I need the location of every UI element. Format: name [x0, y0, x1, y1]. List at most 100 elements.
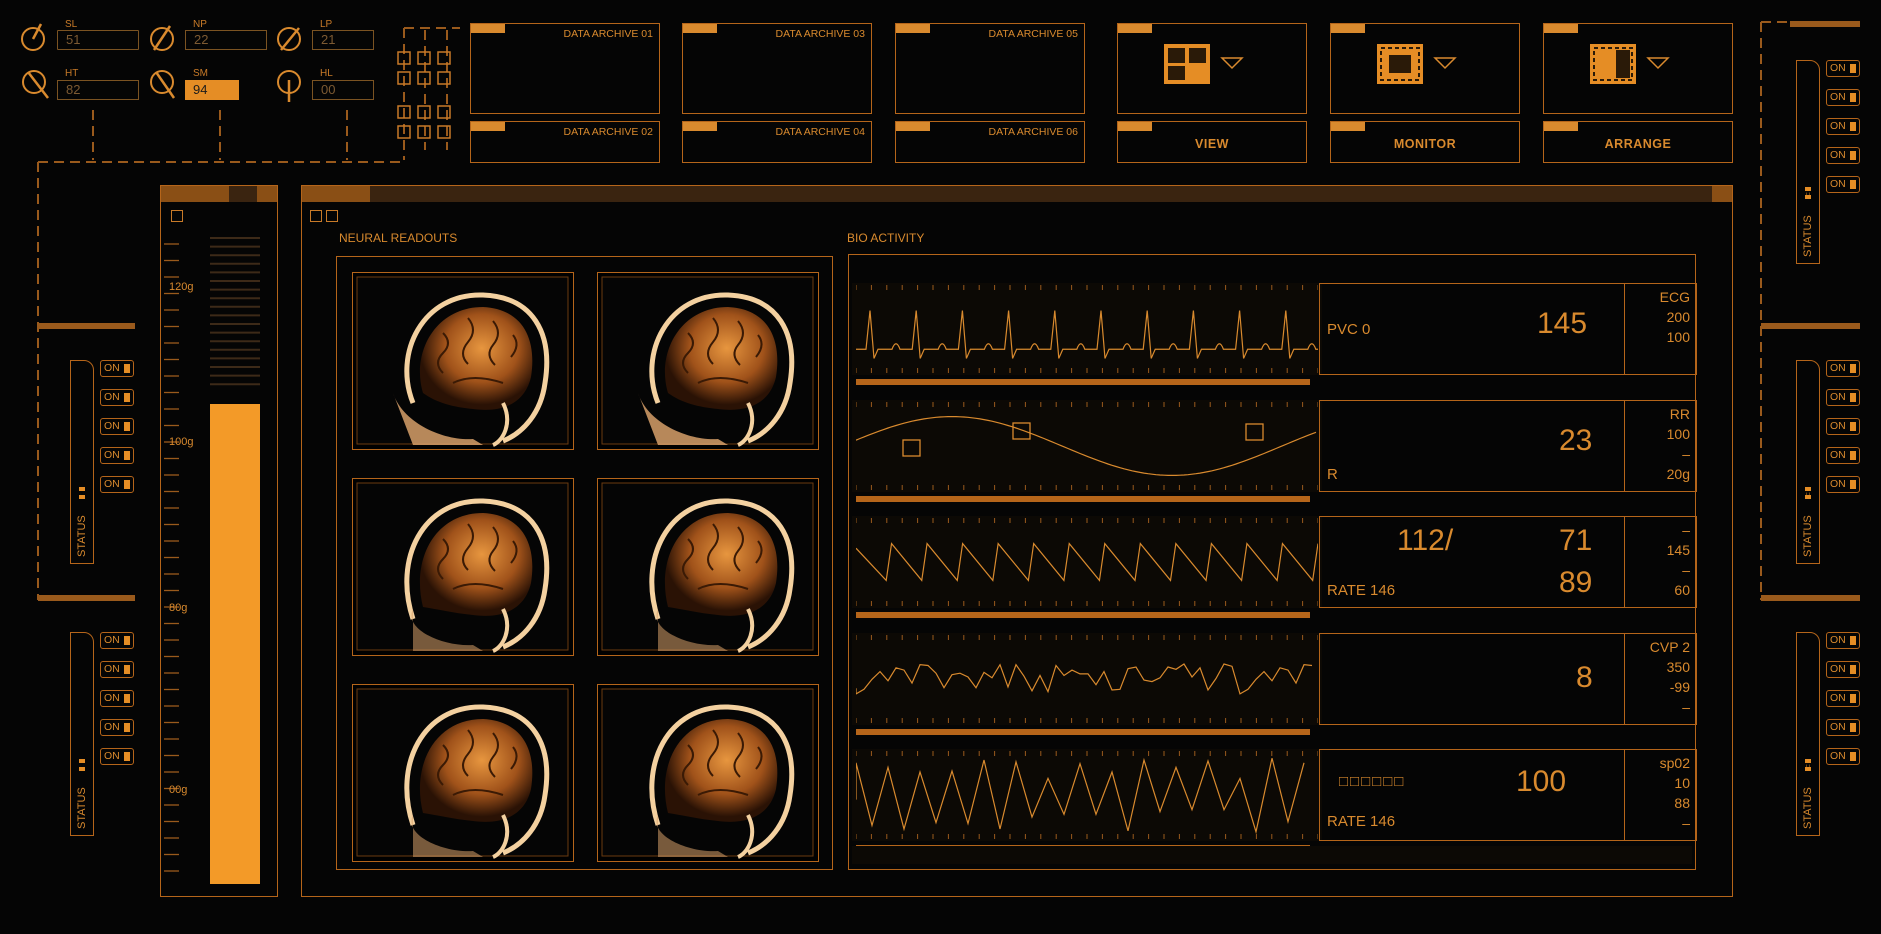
vital-scale: RR 100 – 20g [1624, 404, 1690, 484]
on-switch[interactable]: ON [100, 476, 134, 493]
archive-title: DATA ARCHIVE 04 [775, 126, 865, 138]
scale-value: 145 [1666, 542, 1690, 558]
switch-label: ON [1830, 120, 1846, 132]
status-panel: STATUS [70, 632, 94, 836]
on-switch[interactable]: ON [1826, 147, 1860, 164]
grid-squares-icon [397, 51, 451, 139]
scale-value: 10 [1674, 775, 1690, 791]
on-switch[interactable]: ON [1826, 719, 1860, 736]
switch-label: ON [104, 362, 120, 374]
arrange-button[interactable]: ARRANGE [1543, 121, 1733, 163]
view-button[interactable]: VIEW [1117, 121, 1307, 163]
archive-03[interactable]: DATA ARCHIVE 03 [682, 23, 872, 114]
waveform [856, 751, 1318, 839]
grip-icon [1805, 759, 1811, 771]
switch-label: ON [104, 391, 120, 403]
on-switch[interactable]: ON [1826, 632, 1860, 649]
vital-row: RATE 146 112/71 89 – 145 – 60 [849, 516, 1697, 633]
switch-label: ON [104, 750, 120, 762]
arrange-preview[interactable] [1543, 23, 1733, 114]
on-switch[interactable]: ON [100, 418, 134, 435]
archive-02[interactable]: DATA ARCHIVE 02 [470, 121, 660, 163]
vital-value-mean: 89 [1559, 566, 1593, 599]
on-switch[interactable]: ON [1826, 360, 1860, 377]
vital-label: PVC 0 [1327, 321, 1371, 338]
view-preview[interactable] [1117, 23, 1307, 114]
on-switch[interactable]: ON [100, 690, 134, 707]
switch-label: ON [1830, 420, 1846, 432]
brain-scan-image[interactable] [352, 272, 574, 450]
on-switch[interactable]: ON [1826, 447, 1860, 464]
on-switch[interactable]: ON [1826, 476, 1860, 493]
grid-selector[interactable] [396, 50, 456, 160]
archive-04[interactable]: DATA ARCHIVE 04 [682, 121, 872, 163]
on-switch[interactable]: ON [1826, 661, 1860, 678]
neural-panel-title: NEURAL READOUTS [339, 231, 458, 245]
brain-scan-image[interactable] [352, 478, 574, 656]
status-label: STATUS [76, 787, 88, 829]
archive-05[interactable]: DATA ARCHIVE 05 [895, 23, 1085, 114]
neural-readouts-panel [336, 256, 833, 870]
switch-label: ON [1830, 634, 1846, 646]
scale-value: – [1682, 445, 1690, 462]
switch-indicator [124, 364, 130, 373]
vital-label: RATE 146 [1327, 582, 1396, 599]
archive-06[interactable]: DATA ARCHIVE 06 [895, 121, 1085, 163]
brain-scan-image[interactable] [352, 684, 574, 862]
switch-indicator [1850, 64, 1856, 73]
on-switch[interactable]: ON [1826, 748, 1860, 765]
switch-indicator [1850, 723, 1856, 732]
gauge-tick-label: 100g [169, 436, 194, 448]
on-switch[interactable]: ON [100, 748, 134, 765]
scale-value: CVP 2 [1649, 638, 1690, 655]
on-switch[interactable]: ON [1826, 89, 1860, 106]
on-switch[interactable]: ON [1826, 118, 1860, 135]
vital-scale: sp02 10 88 – [1624, 753, 1690, 833]
switch-indicator [1850, 393, 1856, 402]
monitor-preview[interactable] [1330, 23, 1520, 114]
status-panel: STATUS [1796, 360, 1820, 564]
on-switch[interactable]: ON [100, 719, 134, 736]
on-switch[interactable]: ON [1826, 418, 1860, 435]
main-window: NEURAL READOUTS BIO ACTIVITY PVC 0 145 E… [301, 185, 1733, 897]
on-switch[interactable]: ON [1826, 176, 1860, 193]
brain-scan-image[interactable] [597, 272, 819, 450]
vital-row: PVC 0 145 ECG 200 100 [849, 283, 1697, 400]
switch-indicator [124, 636, 130, 645]
brain-scan-image[interactable] [597, 684, 819, 862]
monitor-button[interactable]: MONITOR [1330, 121, 1520, 163]
on-switch[interactable]: ON [100, 447, 134, 464]
switch-label: ON [104, 420, 120, 432]
window-button[interactable] [326, 210, 338, 222]
monitor-icon [1377, 44, 1457, 84]
grip-icon [1805, 187, 1811, 199]
scale-value: -99 [1669, 678, 1690, 695]
vital-value: 23 [1559, 423, 1593, 457]
archive-01[interactable]: DATA ARCHIVE 01 [470, 23, 660, 114]
switch-label: ON [104, 663, 120, 675]
switch-indicator [1850, 122, 1856, 131]
vital-row: 8 CVP 2 350 -99 – [849, 632, 1697, 750]
brain-scan-image[interactable] [597, 478, 819, 656]
on-switch[interactable]: ON [100, 389, 134, 406]
view-button-label: VIEW [1195, 137, 1229, 151]
switch-label: ON [1830, 178, 1846, 190]
grip-icon [1805, 487, 1811, 499]
switch-label: ON [1830, 62, 1846, 74]
gauge-fill [210, 404, 260, 884]
on-switch[interactable]: ON [1826, 389, 1860, 406]
switch-indicator [1850, 422, 1856, 431]
on-switch[interactable]: ON [1826, 690, 1860, 707]
on-switch[interactable]: ON [1826, 60, 1860, 77]
on-switch[interactable]: ON [100, 360, 134, 377]
vital-label: R [1327, 465, 1338, 483]
switch-indicator [1850, 364, 1856, 373]
on-switch[interactable]: ON [100, 661, 134, 678]
switch-indicator [124, 752, 130, 761]
bio-panel-title: BIO ACTIVITY [847, 231, 925, 245]
brain-scan-icon [356, 688, 569, 859]
window-button[interactable] [310, 210, 322, 222]
on-switch[interactable]: ON [100, 632, 134, 649]
waveform-baseline [856, 728, 1310, 735]
archive-title: DATA ARCHIVE 06 [988, 126, 1078, 138]
